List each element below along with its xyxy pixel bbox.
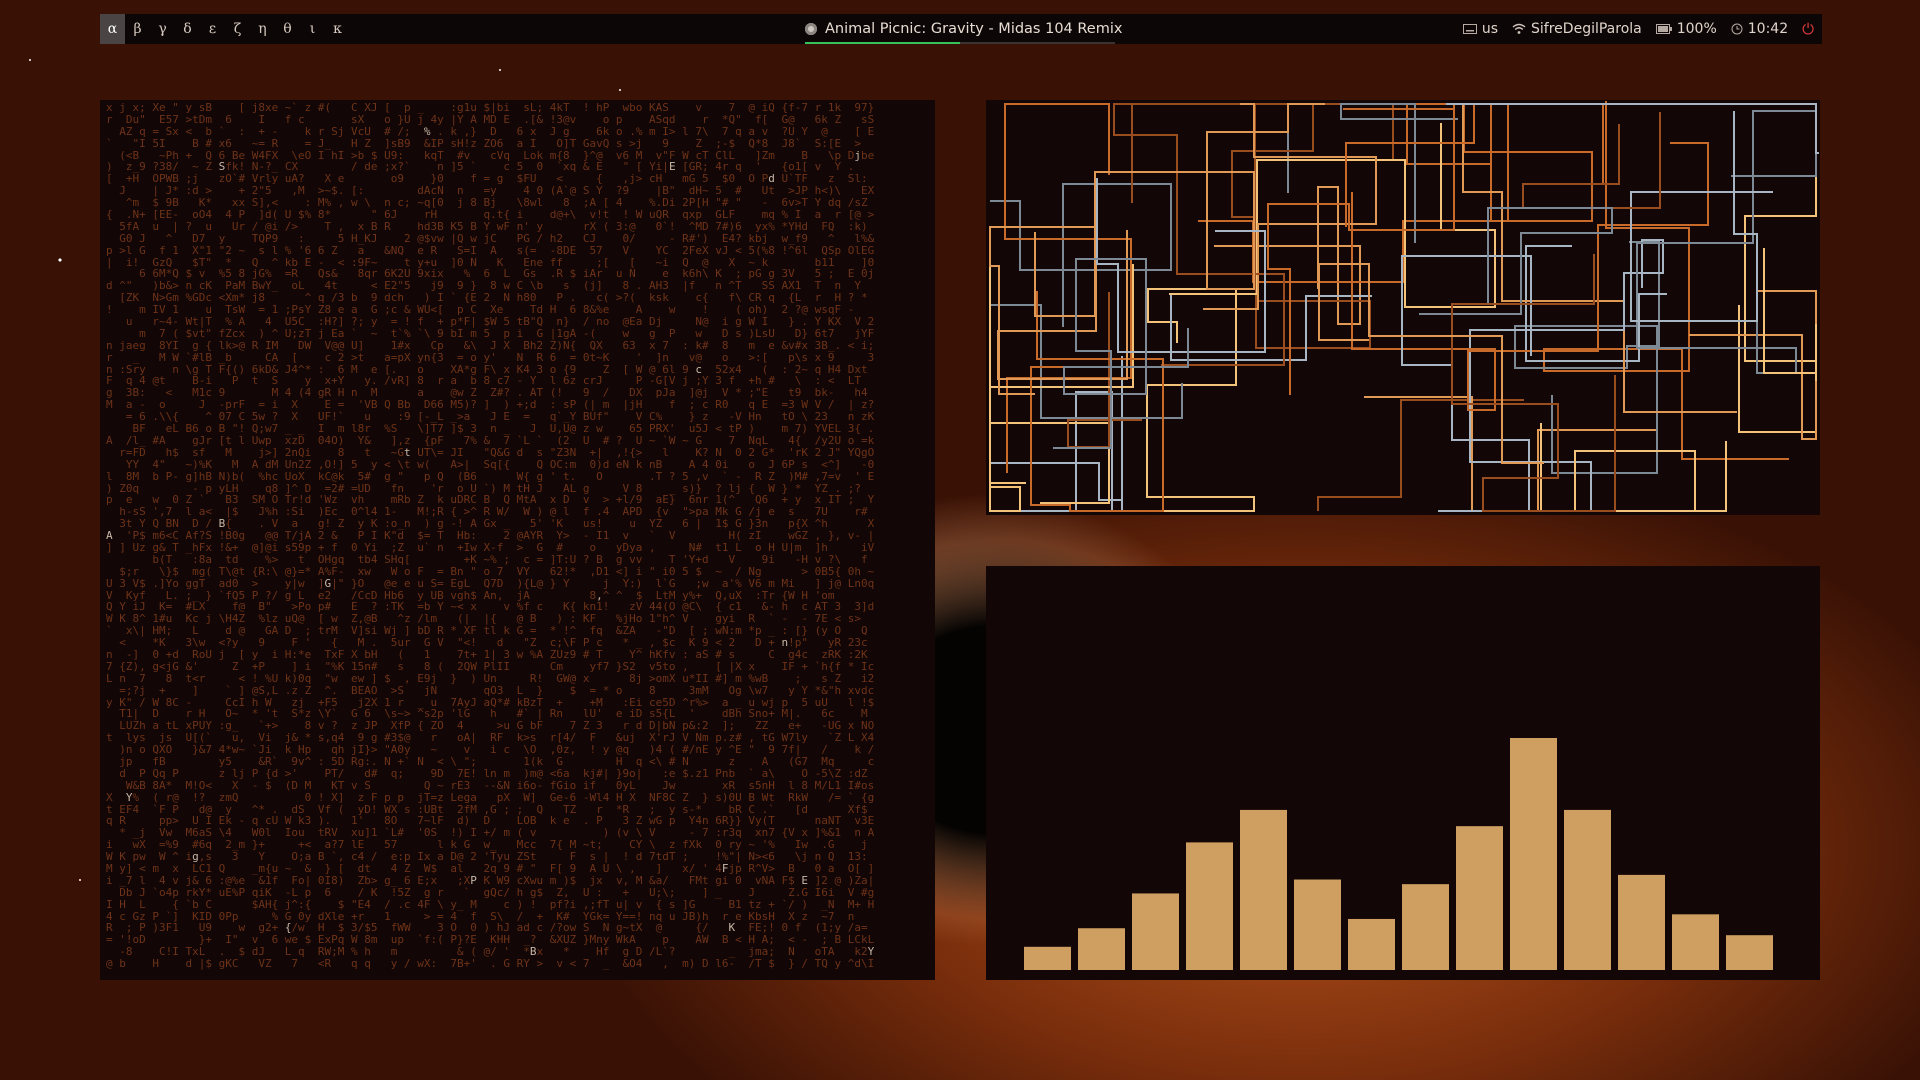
system-tray: us SifreDegilParola 100% 10:42 ⏻ bbox=[1462, 14, 1814, 44]
visualizer-bar bbox=[1618, 874, 1665, 970]
visualizer-bar bbox=[1348, 918, 1395, 970]
visualizer-bar bbox=[1078, 928, 1125, 970]
pipe-segment bbox=[1208, 103, 1289, 193]
keyboard-layout[interactable]: us bbox=[1462, 21, 1499, 37]
battery-icon bbox=[1655, 24, 1672, 34]
now-playing-title: Animal Picnic: Gravity - Midas 104 Remix bbox=[825, 21, 1123, 37]
wifi-ssid: SifreDegilParola bbox=[1531, 21, 1642, 37]
top-bar: α β γ δ ε ζ η θ ι κ Animal Picnic: Gravi… bbox=[100, 14, 1822, 44]
pipe-segment bbox=[1401, 255, 1532, 512]
pipe-segment bbox=[1169, 123, 1496, 308]
clock-icon bbox=[1731, 23, 1743, 35]
pipe-segment bbox=[1636, 110, 1817, 374]
workspace-list: α β γ δ ε ζ η θ ι κ bbox=[100, 14, 350, 44]
workspace-1[interactable]: α bbox=[100, 14, 125, 44]
visualizer-bar bbox=[1672, 914, 1719, 970]
keyboard-icon bbox=[1462, 24, 1477, 34]
pipe-segment bbox=[1115, 288, 1255, 512]
pipe-segment bbox=[1034, 103, 1325, 317]
visualizer-canvas bbox=[1024, 738, 1773, 970]
playback-progress-fill bbox=[805, 42, 960, 44]
battery-level: 100% bbox=[1676, 21, 1717, 37]
keyboard-layout-label: us bbox=[1481, 21, 1499, 37]
playback-progress[interactable] bbox=[805, 42, 1115, 44]
pipe-segment bbox=[1364, 396, 1657, 512]
pipes-terminal[interactable] bbox=[986, 100, 1820, 515]
now-playing[interactable]: Animal Picnic: Gravity - Midas 104 Remix bbox=[805, 14, 1122, 44]
visualizer-bar bbox=[1510, 738, 1557, 970]
pipe-segment bbox=[1170, 293, 1372, 361]
pipe-segment bbox=[1096, 178, 1266, 353]
clock-time: 10:42 bbox=[1747, 21, 1789, 37]
visualizer-bar bbox=[1402, 884, 1449, 970]
visualizer-bar bbox=[1132, 893, 1179, 970]
visualizer-bar bbox=[1294, 879, 1341, 970]
pipes-canvas bbox=[989, 101, 1819, 512]
power-icon[interactable]: ⏻ bbox=[1802, 20, 1814, 38]
wifi-icon bbox=[1512, 23, 1526, 34]
visualizer-bar bbox=[1456, 826, 1503, 970]
clock[interactable]: 10:42 bbox=[1731, 21, 1788, 37]
workspace-6[interactable]: ζ bbox=[225, 14, 250, 44]
workspace-8[interactable]: θ bbox=[275, 14, 300, 44]
visualizer-bar bbox=[1726, 935, 1773, 970]
workspace-7[interactable]: η bbox=[250, 14, 275, 44]
battery-status[interactable]: 100% bbox=[1655, 21, 1717, 37]
visualizer-bar bbox=[1240, 809, 1287, 970]
workspace-2[interactable]: β bbox=[125, 14, 150, 44]
pipe-segment bbox=[1463, 103, 1604, 222]
pipe-segment bbox=[989, 226, 1128, 395]
pipe-segment bbox=[1738, 122, 1817, 433]
visualizer-bar bbox=[1186, 842, 1233, 970]
workspace-10[interactable]: κ bbox=[325, 14, 350, 44]
workspace-3[interactable]: γ bbox=[150, 14, 175, 44]
wifi-status[interactable]: SifreDegilParola bbox=[1512, 21, 1642, 37]
music-disc-icon bbox=[805, 23, 817, 35]
workspace-9[interactable]: ι bbox=[300, 14, 325, 44]
pipe-segment bbox=[1317, 399, 1524, 511]
pipe-segment bbox=[1462, 104, 1737, 413]
visualizer-bar bbox=[1564, 809, 1611, 970]
visualizer-bar bbox=[1024, 946, 1071, 970]
matrix-rain-terminal[interactable]: x j x; Xe " y sB [ j8xe ~` z #( C XJ [ p… bbox=[100, 100, 935, 980]
audio-visualizer-terminal[interactable] bbox=[986, 566, 1820, 980]
workspace-4[interactable]: δ bbox=[175, 14, 200, 44]
workspace-5[interactable]: ε bbox=[200, 14, 225, 44]
pipe-segment bbox=[1540, 423, 1727, 512]
pipe-segment bbox=[1419, 207, 1613, 315]
